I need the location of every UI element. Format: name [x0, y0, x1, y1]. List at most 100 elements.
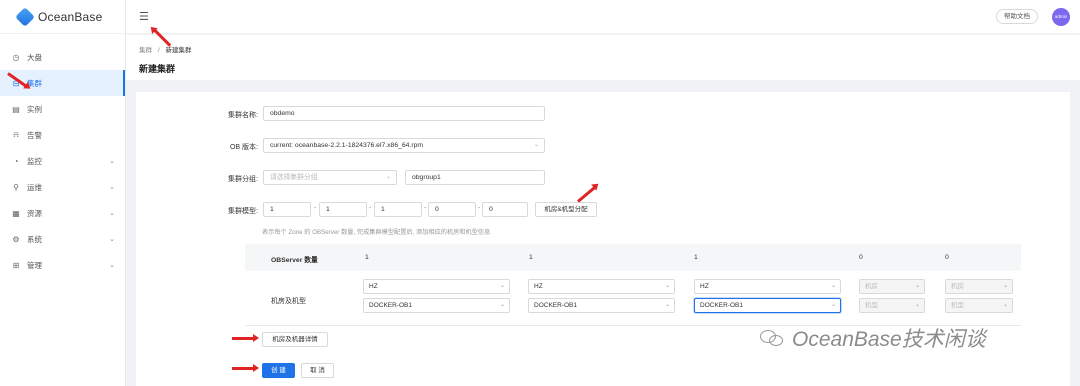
room-placeholder: 机房: [951, 283, 964, 290]
chevron-down-icon: ⌄: [109, 210, 115, 217]
sidebar-item-monitor[interactable]: ◔ 监控 ⌄: [0, 148, 125, 174]
model-separator: -: [478, 205, 481, 212]
sidebar-item-label: 系统: [27, 234, 42, 244]
breadcrumb-current: 新建集群: [165, 47, 192, 54]
room-placeholder: 机房: [865, 283, 878, 290]
room-machine-row-label: 机房及机型: [271, 298, 306, 305]
room-value: HZ: [700, 283, 709, 290]
ob-version-select[interactable]: current: oceanbase-2.2.1-1824376.el7.x86…: [263, 138, 545, 153]
model-separator: -: [424, 205, 427, 212]
model-zone-1-input[interactable]: 1: [263, 202, 311, 217]
model-zone-3-input[interactable]: 1: [374, 202, 422, 217]
model-zone-2-input[interactable]: 1: [319, 202, 367, 217]
wechat-icon: [760, 328, 786, 348]
gear-icon: ⚙: [12, 234, 20, 244]
table-header: OBServer 数量 1 1 1 0 0: [245, 244, 1021, 271]
machine-value: DOCKER-OB1: [369, 302, 412, 309]
watermark: OceanBase技术闲谈: [760, 323, 986, 353]
model-separator: -: [369, 205, 372, 212]
chevron-down-icon: ⌄: [385, 174, 391, 180]
wrench-icon: ⚲: [13, 182, 19, 192]
sidebar-item-instance[interactable]: ▤ 实例: [0, 96, 125, 122]
sidebar-item-system[interactable]: ⚙ 系统 ⌄: [0, 226, 125, 252]
instance-icon: ▤: [12, 104, 20, 114]
room-value: HZ: [534, 283, 543, 290]
zone-2-room-select[interactable]: HZ ⌄: [528, 279, 675, 294]
zone-count: 0: [945, 254, 949, 261]
chevron-down-icon: ⌄: [830, 302, 836, 308]
resource-icon: ▦: [12, 208, 20, 218]
sidebar-item-label: 运维: [27, 182, 42, 192]
chevron-down-icon: ⌄: [499, 302, 505, 308]
sidebar-item-dashboard[interactable]: ◷ 大盘: [0, 44, 125, 70]
model-separator: -: [314, 205, 317, 212]
cluster-group-placeholder: 请选择集群分组: [270, 174, 318, 181]
breadcrumb-parent[interactable]: 集群: [139, 47, 152, 54]
sidebar-item-label: 资源: [27, 208, 42, 218]
zone-2-machine-select[interactable]: DOCKER-OB1 ⌄: [528, 298, 675, 313]
allocate-room-machine-button[interactable]: 机房&机型分配: [535, 202, 597, 217]
zone-5-machine-select: 机型 ⌄: [945, 298, 1013, 313]
zone-count: 0: [859, 254, 863, 261]
sidebar-item-label: 监控: [27, 156, 42, 166]
zone-5-room-select: 机房 ⌄: [945, 279, 1013, 294]
cluster-group-select[interactable]: 请选择集群分组 ⌄: [263, 170, 397, 185]
observer-count-header: OBServer 数量: [271, 257, 318, 264]
sidebar-item-label: 告警: [27, 130, 42, 140]
clock-icon: ◷: [12, 52, 20, 62]
chevron-down-icon: ⌄: [830, 283, 836, 289]
zone-4-room-select: 机房 ⌄: [859, 279, 925, 294]
create-button[interactable]: 创 建: [262, 363, 295, 378]
menu-fold-icon[interactable]: ☰: [139, 10, 149, 23]
sidebar-item-label: 实例: [27, 104, 42, 114]
zone-count: 1: [529, 254, 533, 261]
help-docs-button[interactable]: 帮助文档: [996, 9, 1038, 24]
sidebar-item-manage[interactable]: ⊞ 管理 ⌄: [0, 252, 125, 278]
zone-3-machine-select[interactable]: DOCKER-OB1 ⌄: [694, 298, 841, 313]
logo-text: OceanBase: [38, 9, 103, 24]
breadcrumb: 集群 / 新建集群: [139, 44, 191, 54]
top-header: ☰ 帮助文档 admin: [126, 0, 1080, 34]
chevron-down-icon: ⌄: [109, 158, 115, 165]
room-machine-details-button[interactable]: 机房及机器详情: [262, 332, 328, 347]
zone-count: 1: [694, 254, 698, 261]
cluster-name-input[interactable]: obdemo: [263, 106, 545, 121]
sidebar: OceanBase ◷ 大盘 ⊟ 集群 ▤ 实例 ⍾ 告警 ◔ 监控 ⌄ ⚲ 运…: [0, 0, 126, 386]
machine-placeholder: 机型: [951, 302, 964, 309]
model-zone-5-input[interactable]: 0: [482, 202, 528, 217]
cluster-model-label: 集群模型:: [228, 208, 258, 215]
cancel-button[interactable]: 取 消: [301, 363, 334, 378]
machine-value: DOCKER-OB1: [534, 302, 577, 309]
model-hint-text: 表示每个 Zone 的 OBServer 数量, 完成集群模型配置后, 添加相应…: [262, 229, 491, 236]
chevron-down-icon: ⌄: [109, 184, 115, 191]
zone-4-machine-select: 机型 ⌄: [859, 298, 925, 313]
cluster-name-label: 集群名称:: [228, 112, 258, 119]
page-header: 集群 / 新建集群 新建集群: [126, 35, 1080, 80]
annotation-arrow-icon: [232, 334, 259, 342]
page-title: 新建集群: [139, 64, 176, 74]
sidebar-item-ops[interactable]: ⚲ 运维 ⌄: [0, 174, 125, 200]
zone-3-room-select[interactable]: HZ ⌄: [694, 279, 841, 294]
sidebar-item-resource[interactable]: ▦ 资源 ⌄: [0, 200, 125, 226]
chevron-down-icon: ⌄: [1002, 283, 1008, 289]
chevron-down-icon: ⌄: [1002, 302, 1008, 308]
machine-value: DOCKER-OB1: [700, 302, 743, 309]
zone-count: 1: [365, 254, 369, 261]
zone-1-room-select[interactable]: HZ ⌄: [363, 279, 510, 294]
logo[interactable]: OceanBase: [0, 0, 125, 34]
chevron-down-icon: ⌄: [109, 236, 115, 243]
sidebar-item-alarm[interactable]: ⍾ 告警: [0, 122, 125, 148]
annotation-arrow-icon: [232, 364, 259, 372]
chevron-down-icon: ⌄: [664, 302, 670, 308]
zone-1-machine-select[interactable]: DOCKER-OB1 ⌄: [363, 298, 510, 313]
model-zone-4-input[interactable]: 0: [428, 202, 476, 217]
avatar[interactable]: admin: [1052, 8, 1070, 26]
sidebar-item-label: 管理: [27, 260, 42, 270]
room-value: HZ: [369, 283, 378, 290]
ob-version-label: OB 版本:: [229, 144, 258, 151]
machine-placeholder: 机型: [865, 302, 878, 309]
bell-icon: ⍾: [13, 130, 19, 139]
cluster-group-input[interactable]: obgroup1: [405, 170, 545, 185]
chevron-down-icon: ⌄: [499, 283, 505, 289]
chevron-down-icon: ⌄: [109, 262, 115, 269]
